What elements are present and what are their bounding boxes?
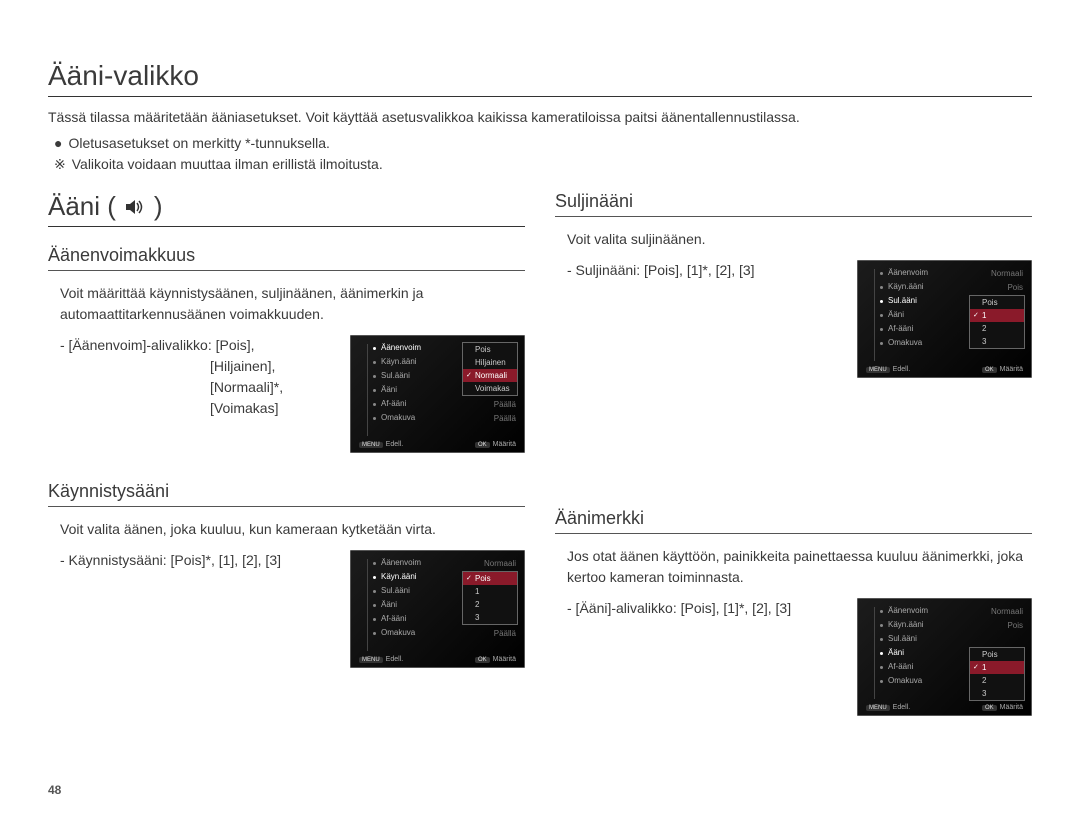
shutter-options-text: - Suljinääni: [Pois], [1]*, [2], [3] [567,260,755,281]
shutter-opt-line1: - Suljinääni: [Pois], [1]*, [2], [3] [567,260,755,281]
volume-heading: Äänenvoimakkuus [48,245,525,271]
sound-heading: Ääni ( ) [48,191,525,227]
startup-body: Voit valita äänen, joka kuuluu, kun kame… [60,519,525,540]
bullet-1-prefix: ● [54,133,62,154]
volume-opt-line1: - [Äänenvoim]-alivalikko: [Pois], [60,335,283,356]
intro-bullets: ● Oletusasetukset on merkitty *-tunnukse… [54,133,1032,175]
startup-camera-menu: ÄänenvoimNormaaliKäyn.ääniSul.ääniÄäniAf… [350,550,525,668]
bullet-2-prefix: ※ [54,154,66,175]
startup-options-text: - Käynnistysääni: [Pois]*, [1], [2], [3] [60,550,281,571]
bullet-2-text: Valikoita voidaan muuttaa ilman erillist… [72,154,383,175]
page-number: 48 [48,783,61,797]
bullet-1-text: Oletusasetukset on merkitty *-tunnuksell… [68,133,329,154]
volume-opt-line4: [Voimakas] [60,398,283,419]
sound-heading-close: ) [154,191,163,222]
shutter-heading: Suljinääni [555,191,1032,217]
startup-opt-line1: - Käynnistysääni: [Pois]*, [1], [2], [3] [60,550,281,571]
right-column: Suljinääni Voit valita suljinäänen. - Su… [555,191,1032,744]
startup-heading: Käynnistysääni [48,481,525,507]
shutter-option-block: - Suljinääni: [Pois], [1]*, [2], [3] Ään… [567,260,1032,378]
volume-options-text: - [Äänenvoim]-alivalikko: [Pois], [Hilja… [60,335,283,419]
beep-options-text: - [Ääni]-alivalikko: [Pois], [1]*, [2], … [567,598,791,619]
beep-opt-line1: - [Ääni]-alivalikko: [Pois], [1]*, [2], … [567,598,791,619]
bullet-1: ● Oletusasetukset on merkitty *-tunnukse… [54,133,1032,154]
intro-text: Tässä tilassa määritetään ääniasetukset.… [48,107,1032,127]
volume-option-block: - [Äänenvoim]-alivalikko: [Pois], [Hilja… [60,335,525,453]
beep-body: Jos otat äänen käyttöön, painikkeita pai… [567,546,1032,588]
beep-option-block: - [Ääni]-alivalikko: [Pois], [1]*, [2], … [567,598,1032,716]
beep-heading: Äänimerkki [555,508,1032,534]
bullet-2: ※ Valikoita voidaan muuttaa ilman erilli… [54,154,1032,175]
page-title: Ääni-valikko [48,60,1032,97]
shutter-body: Voit valita suljinäänen. [567,229,1032,250]
volume-camera-menu: ÄänenvoimKäyn.ääniSul.ääniÄäniAf-ääniPää… [350,335,525,453]
left-column: Ääni ( ) Äänenvoimakkuus Voit määrittää … [48,191,525,744]
beep-camera-menu: ÄänenvoimNormaaliKäyn.ääniPoisSul.ääniÄä… [857,598,1032,716]
sound-heading-text: Ääni ( [48,191,116,222]
volume-opt-line3: [Normaali]*, [60,377,283,398]
volume-body: Voit määrittää käynnistysäänen, suljinää… [60,283,525,325]
volume-opt-line2: [Hiljainen], [60,356,283,377]
startup-option-block: - Käynnistysääni: [Pois]*, [1], [2], [3]… [60,550,525,668]
shutter-camera-menu: ÄänenvoimNormaaliKäyn.ääniPoisSul.ääniÄä… [857,260,1032,378]
speaker-icon [124,197,146,217]
